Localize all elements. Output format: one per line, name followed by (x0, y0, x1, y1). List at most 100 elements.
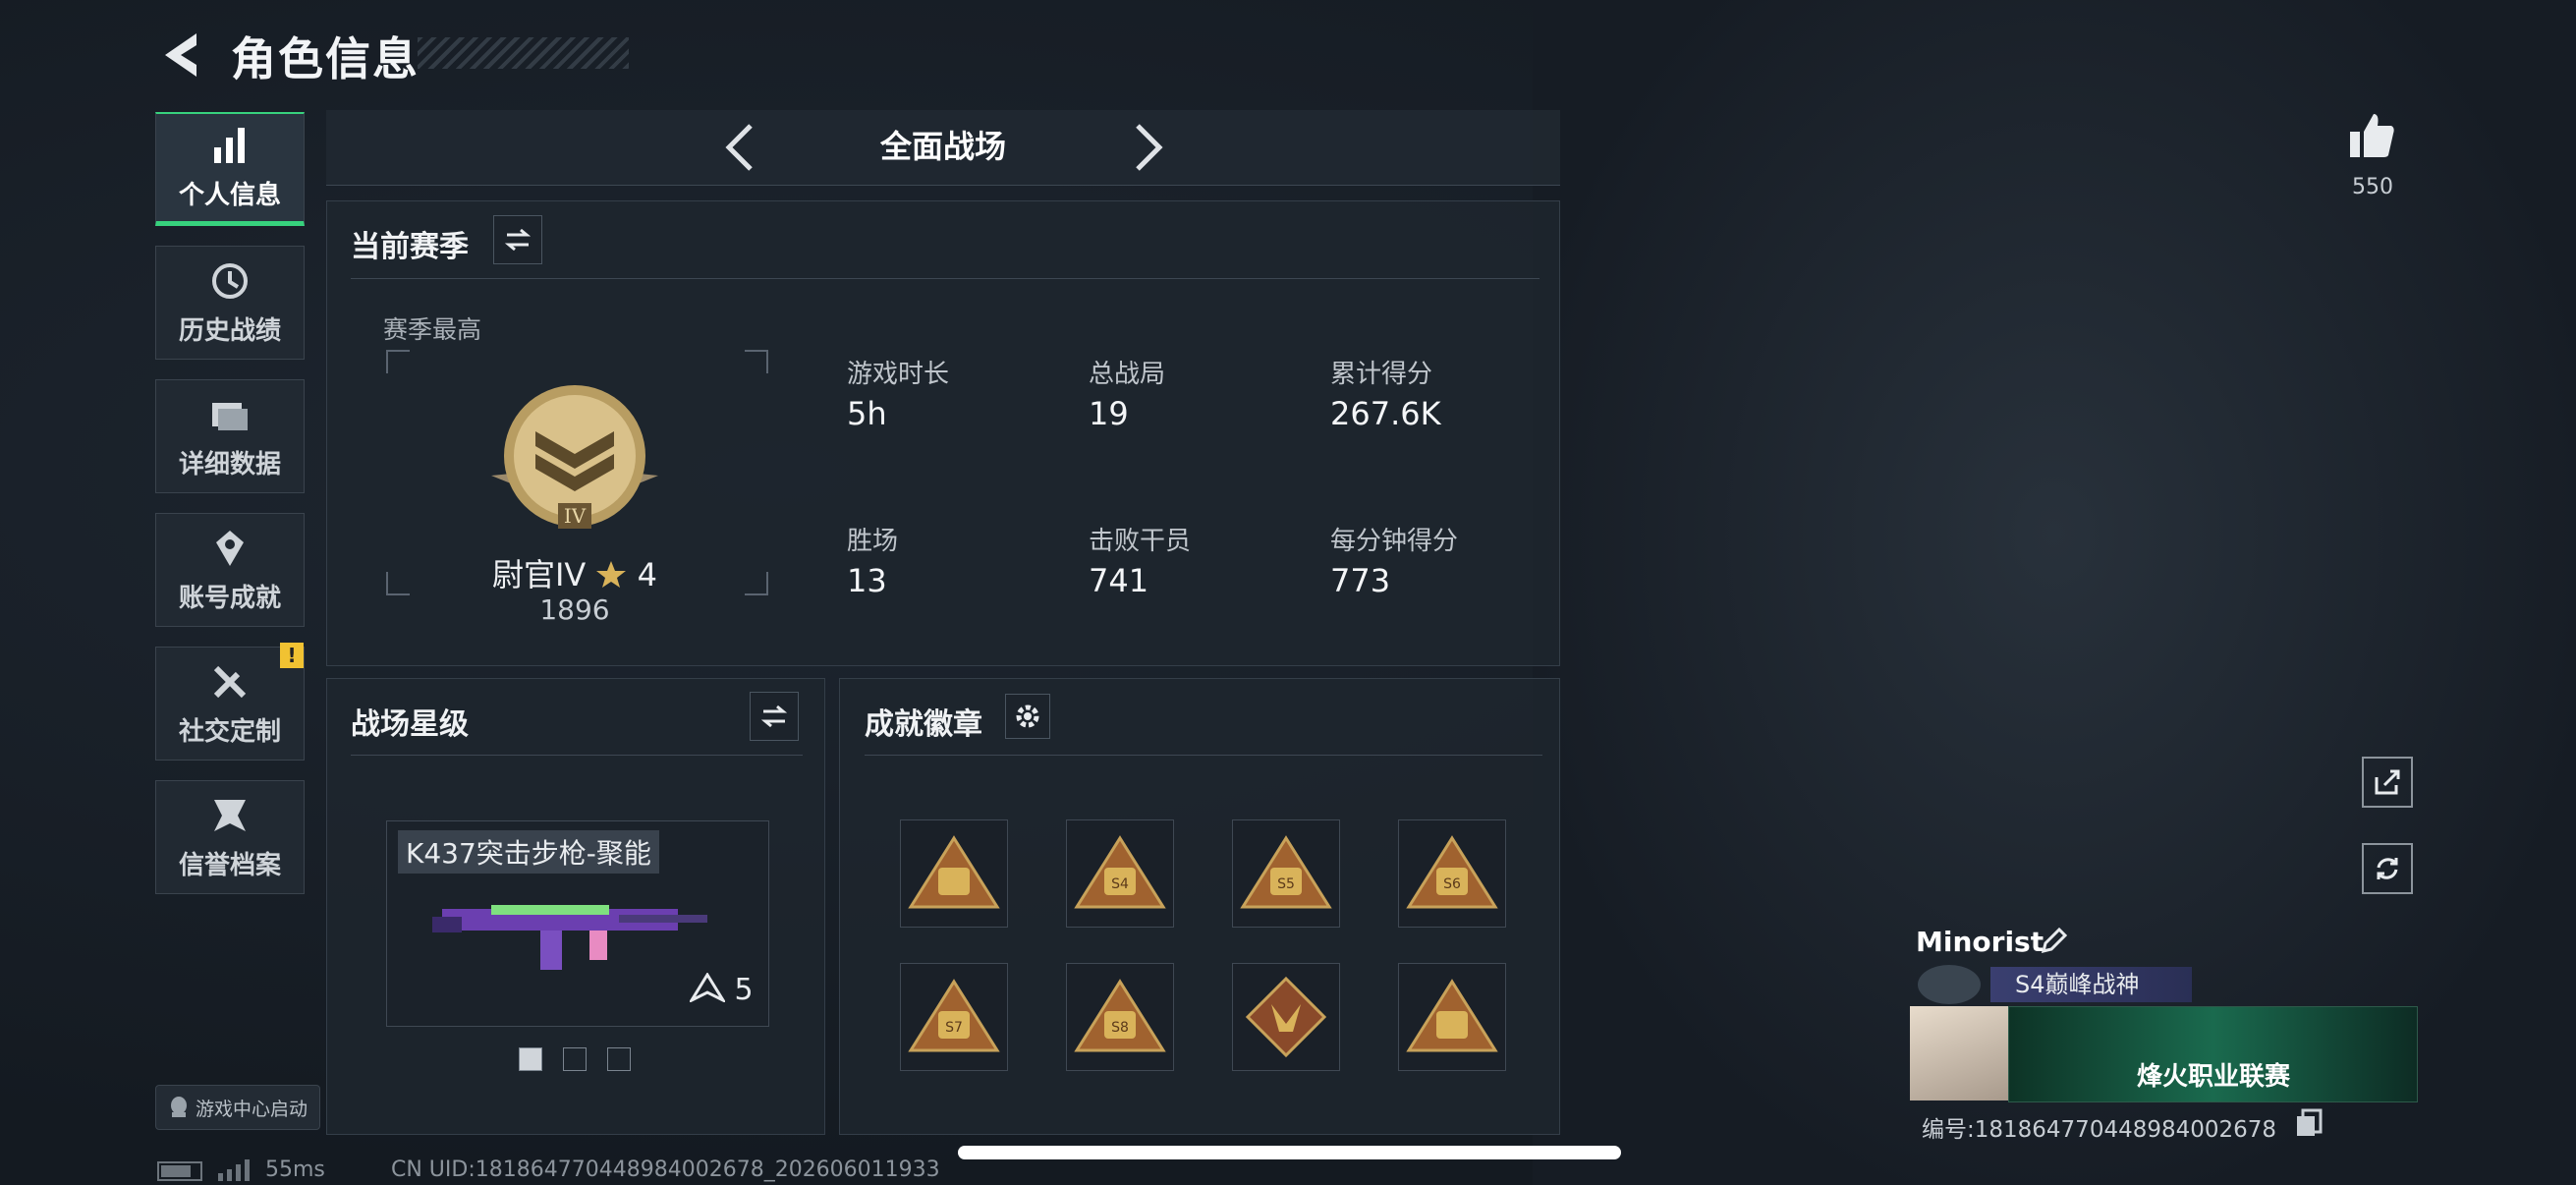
nav-reputation[interactable]: 信誉档案 (155, 780, 305, 894)
league-banner[interactable]: 烽火职业联赛 (2008, 1006, 2418, 1102)
like-count: 550 (2352, 175, 2393, 199)
achievements-title: 成就徽章 (865, 707, 982, 742)
swap-icon (760, 705, 788, 728)
nav-details[interactable]: 详细数据 (155, 379, 305, 493)
stat-value: 741 (1089, 562, 1149, 599)
pencil-icon (2041, 927, 2068, 954)
divider (351, 755, 803, 756)
divider (351, 278, 1540, 279)
player-avatar[interactable] (1910, 1006, 2008, 1100)
rank-score: 1896 (539, 593, 610, 626)
reputation-icon (214, 799, 246, 831)
title-emblem-icon (1918, 965, 1981, 1004)
page-title: 角色信息 (231, 32, 420, 85)
frame-corner (386, 572, 410, 595)
stat-value: 19 (1089, 395, 1129, 432)
svg-text:S7: S7 (945, 1020, 963, 1036)
stat-value: 267.6K (1330, 395, 1441, 432)
season-title: 当前赛季 (351, 230, 469, 264)
weapon-level: 5 (687, 972, 754, 1007)
copy-id-button[interactable] (2295, 1108, 2323, 1138)
nav-label: 详细数据 (178, 449, 281, 480)
chevron-right-icon (1136, 124, 1163, 171)
rank-stars: 4 (637, 556, 658, 593)
achievement-badge[interactable] (900, 819, 1008, 928)
frame-corner (745, 350, 768, 373)
battle-star-title: 战场星级 (351, 707, 469, 742)
rank-chevron-icon (687, 972, 728, 1004)
launch-label: 游戏中心启动 (195, 1098, 308, 1120)
back-button[interactable] (157, 28, 206, 83)
stat-label: 击败干员 (1089, 527, 1192, 556)
share-icon (2375, 769, 2400, 795)
triangle-badge-icon (908, 835, 1000, 909)
achievement-badge[interactable]: S4 (1066, 819, 1174, 928)
like-button[interactable] (2344, 108, 2399, 163)
thumbs-up-icon (2350, 114, 2394, 157)
title-decoration (418, 37, 629, 69)
battle-star-switch-button[interactable] (750, 692, 799, 741)
svg-text:S8: S8 (1111, 1020, 1129, 1036)
folder-icon (212, 402, 248, 430)
nav-achievements[interactable]: 账号成就 (155, 513, 305, 627)
player-title: S4巅峰战神 (1990, 967, 2192, 1002)
triangle-badge-icon: S8 (1074, 979, 1166, 1052)
nav-label: 账号成就 (178, 583, 281, 613)
prev-mode-button[interactable] (717, 116, 762, 179)
triangle-badge-icon (1406, 979, 1498, 1052)
achievement-badge[interactable]: S7 (900, 963, 1008, 1071)
stat-value: 5h (847, 395, 887, 432)
next-mode-button[interactable] (1126, 116, 1171, 179)
achievements-settings-button[interactable] (1005, 694, 1050, 739)
page-dot-active[interactable] (519, 1047, 542, 1071)
qq-icon (170, 1097, 187, 1117)
achievement-badge[interactable] (1398, 963, 1506, 1071)
edit-name-button[interactable] (2038, 926, 2069, 957)
page-dot[interactable] (563, 1047, 587, 1071)
nav-history[interactable]: 历史战绩 (155, 246, 305, 360)
rank-line: 尉官IV 4 (432, 550, 717, 595)
history-icon (212, 262, 248, 299)
stat-label: 游戏时长 (847, 360, 950, 389)
achievement-badge[interactable]: S5 (1232, 819, 1340, 928)
svg-text:S6: S6 (1443, 876, 1461, 892)
triangle-badge-icon: S4 (1074, 835, 1166, 909)
triangle-badge-icon: S5 (1240, 835, 1332, 909)
achievement-badge[interactable] (1232, 963, 1340, 1071)
triangle-badge-icon: S7 (908, 979, 1000, 1052)
page-dot[interactable] (607, 1047, 631, 1071)
home-indicator[interactable] (958, 1146, 1621, 1159)
stat-value: 13 (847, 562, 887, 599)
achievement-badge[interactable]: S8 (1066, 963, 1174, 1071)
swap-icon (504, 228, 532, 252)
frame-corner (386, 350, 410, 373)
gear-icon (1016, 705, 1039, 728)
share-button[interactable] (2362, 757, 2413, 808)
star-icon (596, 561, 627, 588)
refresh-button[interactable] (2362, 843, 2413, 894)
tools-icon (213, 665, 247, 698)
stat-label: 每分钟得分 (1330, 527, 1459, 556)
divider (865, 755, 1542, 756)
season-switch-button[interactable] (493, 215, 542, 264)
back-arrow-icon (165, 33, 196, 77)
achievement-badge[interactable]: S6 (1398, 819, 1506, 928)
copy-icon (2297, 1108, 2323, 1136)
rank-emblem: IV (491, 385, 658, 529)
stat-label: 总战局 (1089, 360, 1166, 389)
triangle-badge-icon: S6 (1406, 835, 1498, 909)
medal-icon (216, 530, 244, 566)
dragon-badge-icon (1245, 976, 1327, 1058)
svg-text:S4: S4 (1111, 876, 1129, 892)
refresh-icon (2377, 858, 2398, 879)
nav-label: 社交定制 (178, 716, 281, 747)
banner-text: 烽火职业联赛 (2137, 1062, 2291, 1092)
nav-personal-info[interactable]: 个人信息 (155, 112, 305, 226)
frame-corner (745, 572, 768, 595)
rifle-image (432, 905, 707, 970)
nav-label: 个人信息 (178, 181, 281, 210)
notification-badge: ! (280, 643, 304, 668)
game-center-launch[interactable]: 游戏中心启动 (155, 1085, 320, 1130)
rank-emblem-text: IV (564, 504, 587, 528)
chevron-left-icon (725, 124, 753, 171)
